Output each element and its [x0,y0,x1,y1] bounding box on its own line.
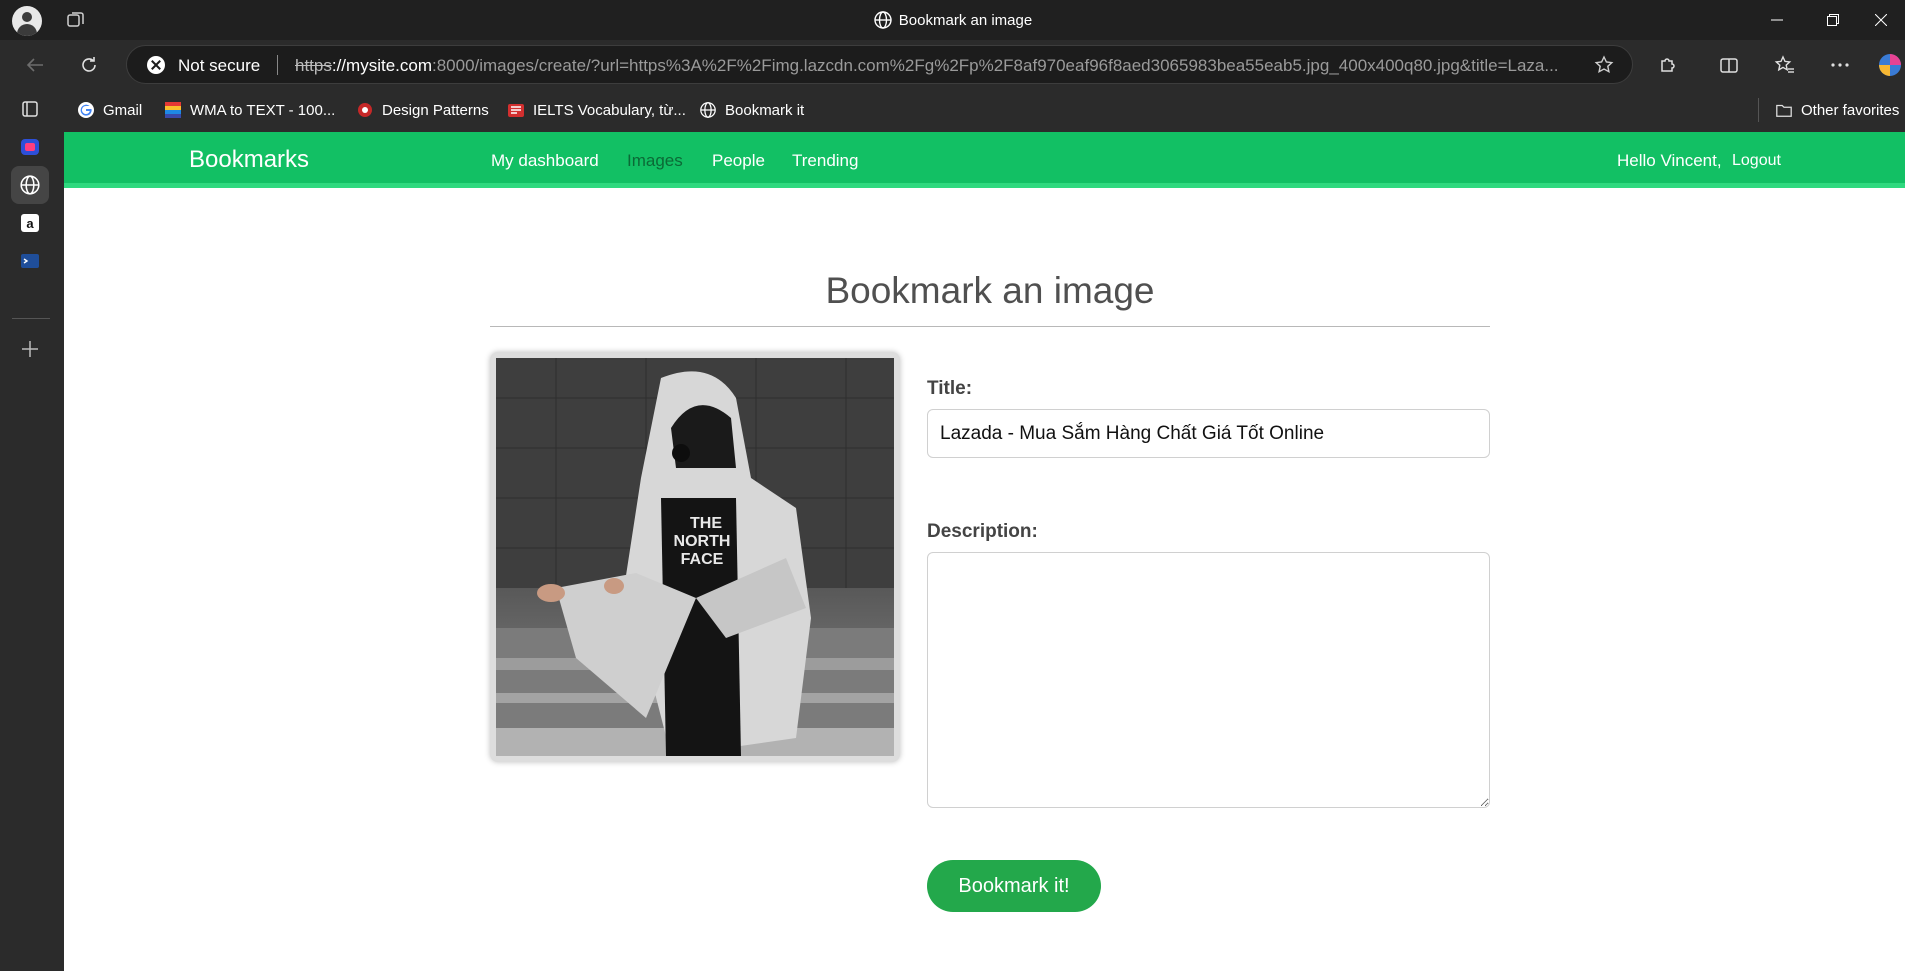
globe-icon [20,175,40,195]
amazon-icon: a [21,214,39,232]
title-divider [490,326,1490,327]
address-toolbar: Not secure https://mysite.com:8000/image… [0,40,1905,88]
back-arrow-icon [26,58,43,72]
logout-link[interactable]: Logout [1732,152,1781,170]
shirt-print-line-3: FACE [681,551,724,568]
not-secure-icon[interactable] [147,56,165,74]
nav-images[interactable]: Images [627,151,683,171]
close-icon [1875,14,1887,26]
svg-text:a: a [26,216,34,231]
tab-actions-icon [22,101,38,117]
more-dots-icon [1831,63,1849,67]
sidebar-divider [12,318,50,319]
split-screen-button[interactable] [1716,52,1742,78]
bookmark-bookmark-it[interactable]: Bookmark it [699,98,804,122]
sidebar-app-lazada[interactable] [11,128,49,166]
address-bar[interactable]: Not secure https://mysite.com:8000/image… [126,45,1633,84]
minimize-icon [1771,19,1783,21]
back-button[interactable] [20,50,50,80]
bookmark-it-button[interactable]: Bookmark it! [927,860,1101,912]
bookmark-gmail[interactable]: Gmail [77,98,142,122]
globe-icon [700,102,716,118]
bookmarks-bar: Gmail WMA to TEXT - 100... Design Patter… [0,88,1905,132]
minimize-button[interactable] [1749,0,1805,40]
url-path: :8000/images/create/?url=https%3A%2F%2Fi… [431,56,1559,75]
plus-icon [22,341,38,357]
reload-button[interactable] [74,50,104,80]
bookmark-image: THE NORTH FACE [496,358,894,756]
description-label: Description: [927,521,1038,542]
design-patterns-icon [358,103,372,117]
edge-sidebar: a [0,88,64,971]
bookmarks-separator [1758,98,1759,122]
bookmark-image-frame: THE NORTH FACE [490,352,900,762]
title-input[interactable]: Lazada - Mua Sắm Hàng Chất Giá Tốt Onlin… [927,409,1490,458]
favorite-star-icon[interactable] [1594,55,1614,75]
folder-icon [1776,104,1792,117]
bookmark-other-favorites[interactable]: Other favorites [1775,98,1899,122]
copilot-button[interactable] [1877,52,1903,78]
web-page: Bookmarks My dashboard Images People Tre… [64,132,1905,971]
sidebar-app-browser[interactable] [11,166,49,204]
url-text[interactable]: https://mysite.com:8000/images/create/?u… [295,56,1705,76]
favorites-icon [1774,55,1794,73]
copilot-icon [1879,54,1901,76]
bookmark-ielts-vocabulary[interactable]: IELTS Vocabulary, từ... [507,98,686,122]
restore-icon [1827,14,1839,26]
google-icon [78,102,94,118]
window-titlebar: Bookmark an image [0,0,1905,40]
page-title: Bookmark an image [825,270,1155,311]
ielts-icon [508,104,524,117]
description-textarea[interactable] [927,552,1490,808]
lazada-app-icon [21,139,39,155]
nav-people[interactable]: People [712,151,765,171]
nav-trending[interactable]: Trending [792,151,858,171]
bookmark-design-patterns[interactable]: Design Patterns [356,98,489,122]
sidebar-app-amazon[interactable]: a [11,204,49,242]
globe-icon [874,11,892,29]
nav-my-dashboard[interactable]: My dashboard [491,151,599,171]
terminal-icon [21,254,39,268]
site-brand[interactable]: Bookmarks [189,146,309,174]
title-label: Title: [927,378,973,399]
address-separator [277,55,278,75]
favorites-button[interactable] [1772,52,1798,78]
window-title: Bookmark an image [0,10,1905,30]
url-host: ://mysite.com [331,56,432,75]
puzzle-icon [1661,58,1675,72]
more-menu-button[interactable] [1827,52,1853,78]
jacket-photo-graphic: THE NORTH FACE [496,358,894,756]
close-window-button[interactable] [1853,0,1905,40]
shirt-print-line-1: THE [690,515,722,532]
reload-icon [82,57,96,72]
sidebar-add-button[interactable] [11,330,49,368]
extensions-button[interactable] [1655,52,1681,78]
shirt-print-line-2: NORTH [674,533,731,550]
bookmark-wma-to-text[interactable]: WMA to TEXT - 100... [164,98,335,122]
url-scheme: https [295,56,332,75]
sidebar-app-terminal[interactable] [11,242,49,280]
split-screen-icon [1720,58,1738,73]
user-greeting: Hello Vincent, [1617,151,1722,170]
site-navbar: Bookmarks My dashboard Images People Tre… [64,132,1905,188]
security-label[interactable]: Not secure [178,56,260,76]
tab-actions-button[interactable] [11,90,49,128]
wma-icon [165,102,181,118]
